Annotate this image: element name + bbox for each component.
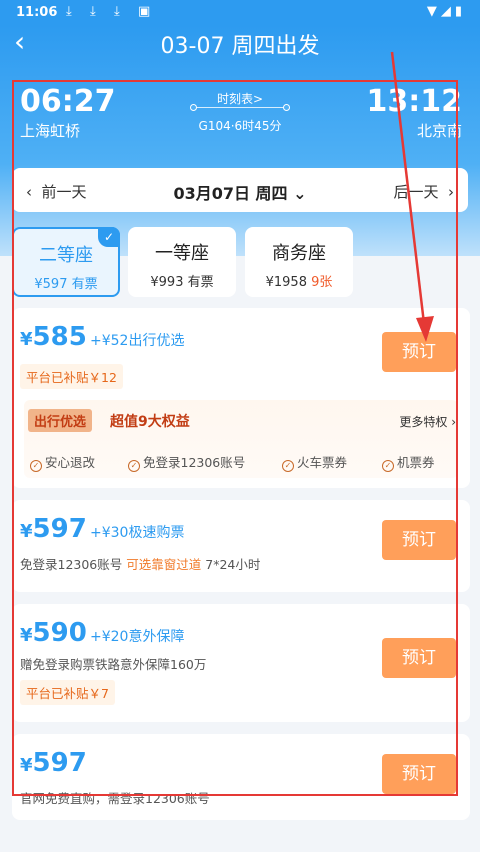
ticket-addon: +¥20意外保障: [90, 629, 185, 645]
system-status-icons: ▼◢▮: [426, 4, 466, 19]
ticket-price: ¥585: [20, 322, 87, 352]
ticket-desc: 免登录12306账号 可选靠窗过道 7*24小时: [20, 557, 261, 572]
arrival-station: 北京南: [416, 122, 462, 140]
status-time: 11:06: [16, 5, 58, 20]
check-circle-icon: ✓: [282, 460, 294, 472]
status-bar: 11:06 ⤓ ⤓ ⤓ ▣ ▼◢▮: [0, 0, 480, 26]
ticket-card: ¥597 官网免费直购，需登录12306账号 预订: [12, 734, 470, 820]
departure-station: 上海虹桥: [20, 122, 81, 140]
perk-item: ✓ 火车票券: [282, 452, 347, 472]
route-info: 06:27 上海虹桥 时刻表> G104·6时45分 13:12 北京南: [0, 84, 480, 144]
ticket-card: ¥585 +¥52出行优选 平台已补贴￥12 预订 出行优选 超值9大权益 更多…: [12, 308, 470, 488]
ticket-addon: +¥52出行优选: [90, 333, 185, 349]
book-button[interactable]: 预订: [382, 638, 456, 678]
check-icon: ✓: [98, 227, 120, 247]
seat-tab-second-class[interactable]: 二等座 ¥597 有票 ✓: [12, 227, 120, 297]
route-dot: [283, 104, 290, 111]
download-icon: ⤓: [90, 4, 96, 19]
perk-item: ✓ 机票券: [382, 452, 435, 472]
ticket-price: ¥597: [20, 514, 87, 544]
train-info: G104·6时45分: [198, 119, 282, 133]
download-icon: ⤓: [66, 4, 72, 19]
schedule-link[interactable]: 时刻表>: [190, 90, 290, 107]
perks-tag: 出行优选: [28, 409, 93, 432]
check-circle-icon: ✓: [382, 460, 394, 472]
navbar: ‹ 03-07 周四出发: [0, 26, 480, 60]
perk-item: ✓ 免登录12306账号: [128, 452, 245, 472]
book-button[interactable]: 预订: [382, 754, 456, 794]
app-notification-icon: ▣: [138, 4, 151, 19]
perks-panel: 出行优选 超值9大权益 更多特权 › ✓ 安心退改 ✓ 免登录12306账号 ✓ 火车…: [24, 400, 458, 478]
chevron-down-icon: ⌄: [293, 184, 307, 203]
ticket-card: ¥597 +¥30极速购票 免登录12306账号 可选靠窗过道 7*24小时 预…: [12, 500, 470, 592]
download-icon: ⤓: [114, 4, 120, 19]
ticket-price: ¥597: [20, 748, 87, 778]
perks-title: 超值9大权益: [110, 414, 190, 430]
check-circle-icon: ✓: [30, 460, 42, 472]
arrival-time: 13:12: [366, 84, 463, 119]
departure-time: 06:27: [20, 84, 116, 119]
date-selector: ‹ 前一天 03月07日 周四 ⌄ 后一天 ›: [12, 168, 468, 212]
subsidy-badge: 平台已补贴￥12: [20, 364, 123, 389]
ticket-card: ¥590 +¥20意外保障 赠免登录购票铁路意外保障160万 平台已补贴￥7 预…: [12, 604, 470, 722]
book-button[interactable]: 预订: [382, 332, 456, 372]
route-line: [194, 107, 286, 108]
subsidy-badge: 平台已补贴￥7: [20, 680, 115, 705]
next-day-button[interactable]: 后一天 ›: [393, 181, 454, 202]
book-button[interactable]: 预订: [382, 520, 456, 560]
more-perks-link[interactable]: 更多特权 ›: [399, 413, 456, 430]
seat-tab-business-class[interactable]: 商务座 ¥1958 9张: [245, 227, 353, 297]
ticket-price: ¥590: [20, 618, 87, 648]
seat-tab-first-class[interactable]: 一等座 ¥993 有票: [128, 227, 236, 297]
ticket-desc: 赠免登录购票铁路意外保障160万: [20, 657, 207, 672]
perk-item: ✓ 安心退改: [30, 452, 95, 472]
ticket-desc: 官网免费直购，需登录12306账号: [20, 791, 210, 806]
check-circle-icon: ✓: [128, 460, 140, 472]
ticket-addon: +¥30极速购票: [90, 525, 185, 541]
page-title: 03-07 周四出发: [160, 34, 320, 59]
route-dot: [190, 104, 197, 111]
